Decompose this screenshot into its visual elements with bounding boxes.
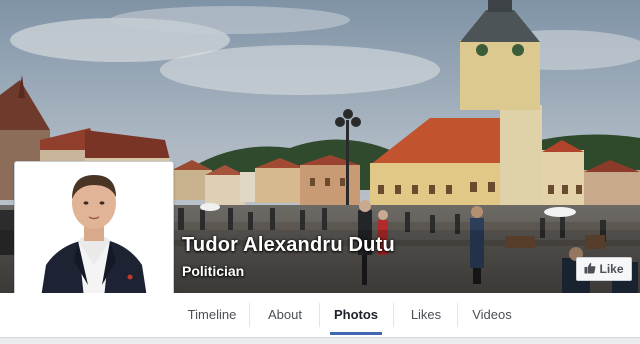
tab-videos[interactable]: Videos <box>462 293 522 337</box>
page-category[interactable]: Politician <box>182 263 244 279</box>
tab-likes[interactable]: Likes <box>398 293 454 337</box>
page-title[interactable]: Tudor Alexandru Dutu <box>182 234 395 257</box>
thumbs-up-icon <box>584 262 596 277</box>
tab-divider <box>393 303 394 327</box>
like-button-label: Like <box>599 262 624 276</box>
tab-photos[interactable]: Photos <box>330 293 382 337</box>
tab-about[interactable]: About <box>252 293 318 337</box>
tab-divider <box>457 303 458 327</box>
page-tabs: Timeline About Photos Likes Videos <box>0 293 640 338</box>
tab-divider <box>319 303 320 327</box>
tab-divider <box>249 303 250 327</box>
like-button[interactable]: Like <box>576 257 632 281</box>
tab-timeline[interactable]: Timeline <box>176 293 248 337</box>
